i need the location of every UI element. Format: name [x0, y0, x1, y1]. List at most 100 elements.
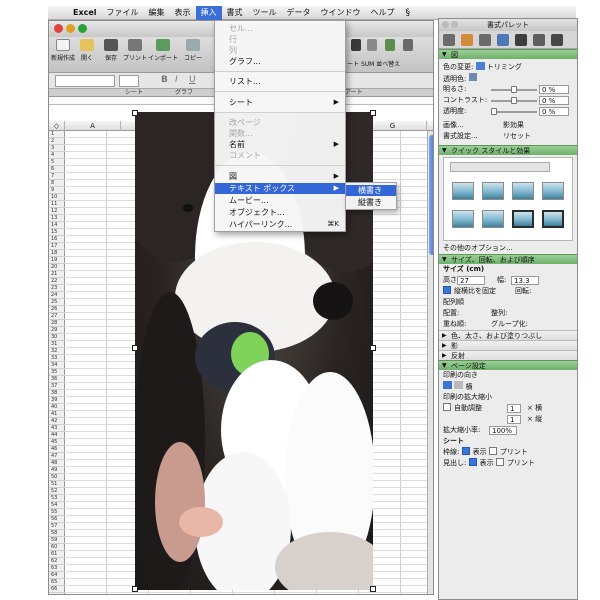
shadow-effects-button[interactable]: 影効果 [503, 120, 524, 131]
row-header[interactable]: 54 [49, 502, 65, 509]
row-header[interactable]: 22 [49, 278, 65, 285]
reference-tools-icon[interactable] [515, 34, 527, 46]
row-header[interactable]: 8 [49, 180, 65, 187]
row-header[interactable]: 6 [49, 166, 65, 173]
row-header[interactable]: 29 [49, 327, 65, 334]
style-thumbnail[interactable] [452, 210, 474, 228]
row-header[interactable]: 10 [49, 194, 65, 201]
row-header[interactable]: 30 [49, 334, 65, 341]
row-header[interactable]: 15 [49, 229, 65, 236]
object-palette-icon[interactable] [461, 34, 473, 46]
row-header[interactable]: 59 [49, 537, 65, 544]
menu-app-name[interactable]: Excel [68, 6, 102, 20]
contrast-slider[interactable] [491, 97, 537, 104]
print-button[interactable]: プリント [123, 39, 147, 62]
copy-button[interactable]: コピー [181, 39, 205, 62]
resize-handle[interactable] [370, 110, 376, 116]
portrait-icon[interactable] [443, 381, 452, 389]
resize-handle[interactable] [370, 586, 376, 592]
row-header[interactable]: 64 [49, 572, 65, 579]
row-header[interactable]: 3 [49, 145, 65, 152]
save-button[interactable]: 保存 [99, 39, 123, 62]
transparency-value[interactable]: 0 % [539, 107, 569, 116]
slider-knob[interactable] [511, 97, 517, 104]
autosum-button[interactable] [349, 39, 363, 51]
vertical-scrollbar[interactable] [427, 131, 433, 594]
font-name-field[interactable] [55, 75, 115, 87]
row-header[interactable]: 27 [49, 313, 65, 320]
close-button[interactable] [54, 24, 63, 33]
picture-effects-button[interactable]: 画像... [443, 121, 464, 129]
row-header[interactable]: 63 [49, 565, 65, 572]
tab-sheets[interactable]: シート [125, 89, 143, 97]
row-header[interactable]: 33 [49, 355, 65, 362]
submenu-item-horizontal[interactable]: 横書き [346, 185, 396, 196]
section-colors-weights[interactable]: ▶ 色、太さ、および塗りつぶし [439, 330, 577, 340]
formula-icon[interactable] [479, 34, 491, 46]
row-header[interactable]: 58 [49, 530, 65, 537]
resize-handle[interactable] [132, 345, 138, 351]
row-header[interactable]: 26 [49, 306, 65, 313]
menu-item-hyperlink[interactable]: ハイパーリンク... ⌘K [215, 219, 345, 230]
section-picture[interactable]: ▼ 図 [439, 49, 577, 59]
menu-item-comment[interactable]: コメント [215, 150, 345, 161]
row-header[interactable]: 18 [49, 250, 65, 257]
section-quick-styles[interactable]: ▼ クイック スタイルと効果 [439, 145, 577, 155]
sort-button[interactable] [365, 39, 379, 51]
row-header[interactable]: 53 [49, 495, 65, 502]
script-menu-icon[interactable]: § [406, 8, 411, 18]
minimize-button[interactable] [66, 24, 75, 33]
row-header[interactable]: 52 [49, 488, 65, 495]
row-header[interactable]: 24 [49, 292, 65, 299]
style-thumbnail-selected[interactable] [542, 210, 564, 228]
row-header[interactable]: 45 [49, 439, 65, 446]
menu-tools[interactable]: ツール [248, 6, 282, 20]
bold-button[interactable]: B [161, 75, 168, 85]
style-thumbnail-selected[interactable] [512, 210, 534, 228]
fit-width-field[interactable]: 1 [507, 404, 521, 413]
row-header[interactable]: 7 [49, 173, 65, 180]
row-header[interactable]: 37 [49, 383, 65, 390]
project-gallery-icon[interactable] [551, 34, 563, 46]
menu-item-cells[interactable]: セル... [215, 23, 345, 34]
headings-print-checkbox[interactable] [495, 458, 504, 466]
row-header[interactable]: 39 [49, 397, 65, 404]
style-thumbnail[interactable] [482, 210, 504, 228]
row-header[interactable]: 47 [49, 453, 65, 460]
row-header[interactable]: 16 [49, 236, 65, 243]
scrollbar-thumb[interactable] [429, 135, 433, 255]
fit-height-field[interactable]: 1 [507, 415, 521, 424]
auto-fit-checkbox[interactable] [443, 403, 451, 411]
style-thumbnail[interactable] [512, 182, 534, 200]
row-header[interactable]: 50 [49, 474, 65, 481]
slider-knob[interactable] [511, 86, 517, 93]
menu-item-chart[interactable]: グラフ... [215, 56, 345, 67]
brightness-slider[interactable] [491, 86, 537, 93]
contrast-value[interactable]: 0 % [539, 96, 569, 105]
row-header[interactable]: 36 [49, 376, 65, 383]
section-size-rotation[interactable]: ▼ サイズ、回転、および順序 [439, 254, 577, 264]
row-header[interactable]: 12 [49, 208, 65, 215]
row-header[interactable]: 20 [49, 264, 65, 271]
menu-item-object[interactable]: オブジェクト... [215, 207, 345, 218]
row-header[interactable]: 57 [49, 523, 65, 530]
menu-item-rows[interactable]: 行 [215, 34, 345, 45]
recolor-icon[interactable] [475, 62, 485, 70]
zoom-button[interactable] [78, 24, 87, 33]
row-header[interactable]: 65 [49, 579, 65, 586]
zoom-field[interactable]: 100% [489, 426, 517, 435]
row-header[interactable]: 31 [49, 341, 65, 348]
menu-item-list[interactable]: リスト... [215, 76, 345, 87]
style-category-tabs[interactable] [450, 162, 550, 172]
style-thumbnail[interactable] [482, 182, 504, 200]
menu-file[interactable]: ファイル [102, 6, 144, 20]
row-header[interactable]: 55 [49, 509, 65, 516]
row-header[interactable]: 25 [49, 299, 65, 306]
tab-smartart[interactable]: アート [345, 89, 363, 97]
row-header[interactable]: 17 [49, 243, 65, 250]
gridlines-show-checkbox[interactable] [461, 447, 470, 455]
style-thumbnail[interactable] [542, 182, 564, 200]
menu-data[interactable]: データ [282, 6, 316, 20]
palette-close-button[interactable] [442, 21, 449, 28]
toolbox-button[interactable] [401, 39, 415, 51]
